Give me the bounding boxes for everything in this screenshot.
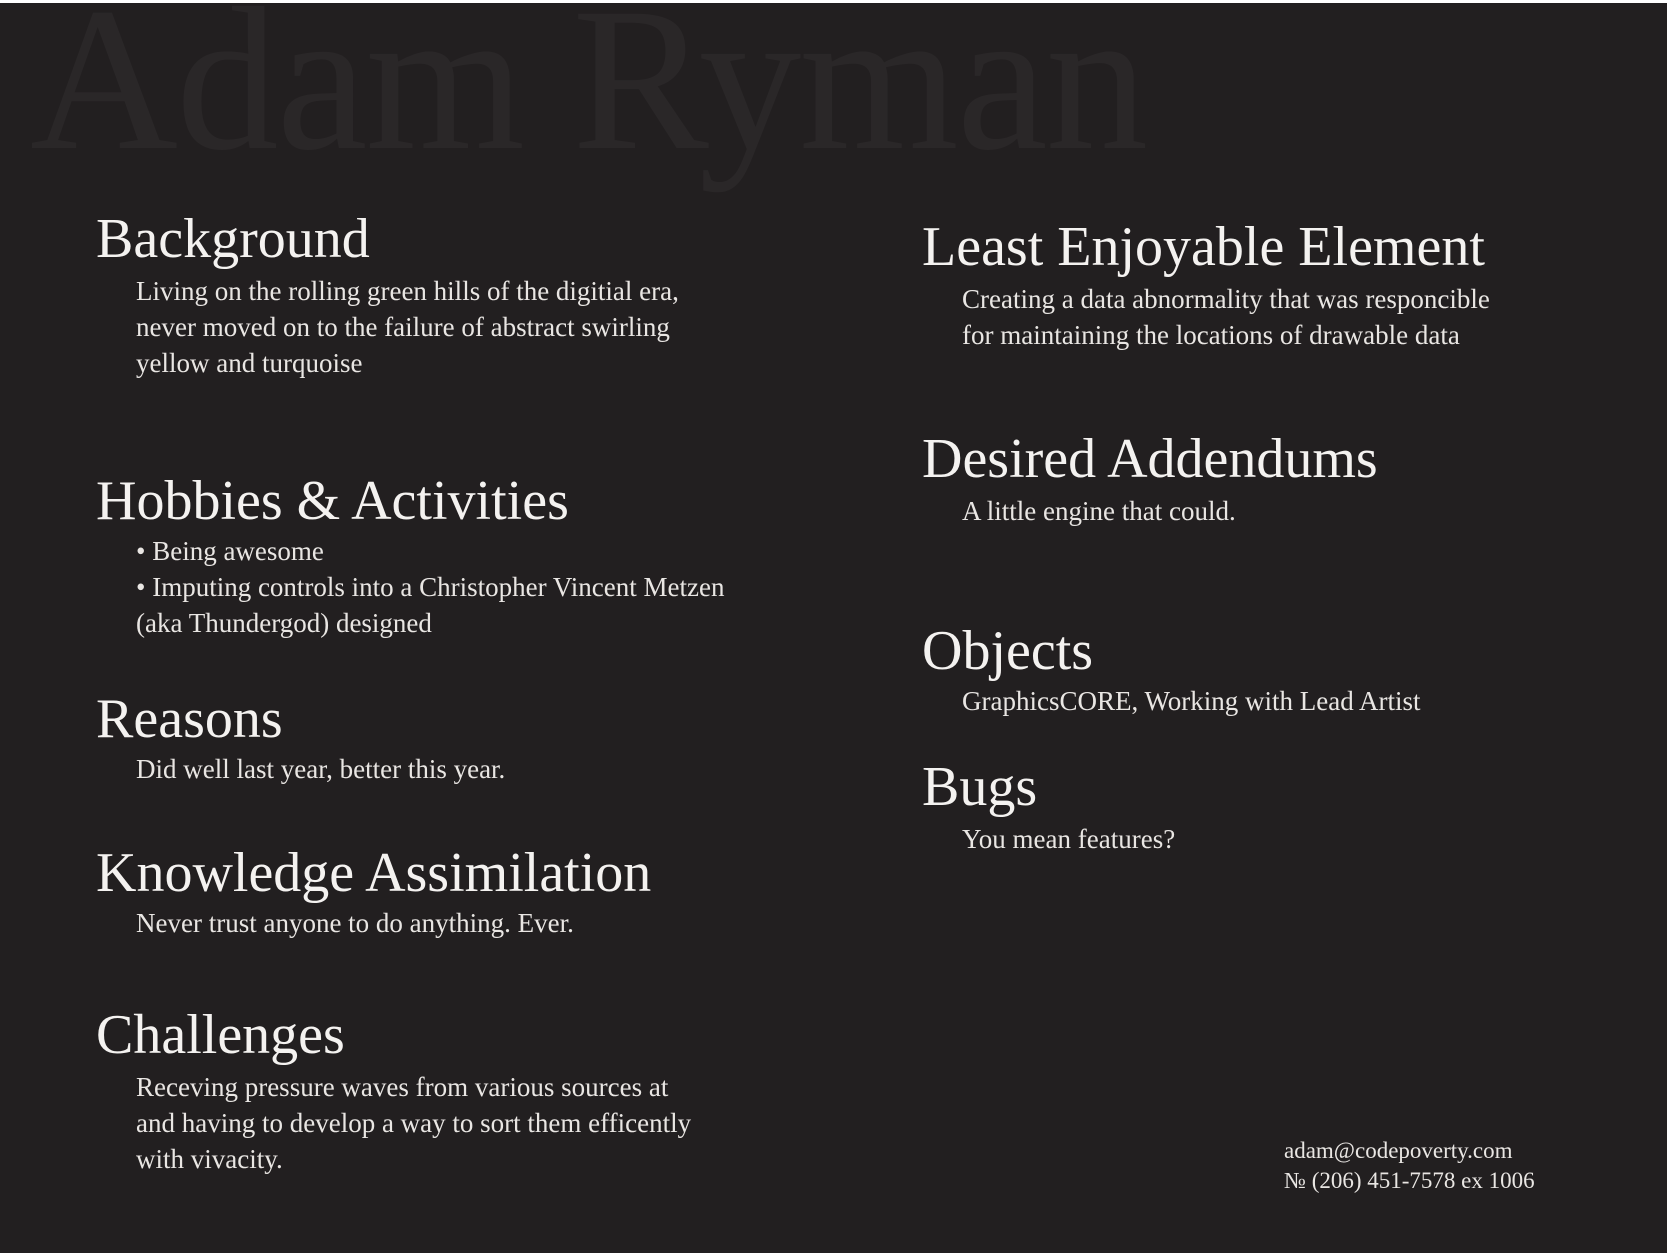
contact-block: adam@codepoverty.com № (206) 451-7578 ex… <box>1284 1136 1535 1196</box>
heading-addendums: Desired Addendums <box>922 428 1378 490</box>
least-enjoyable-line: Creating a data abnormality that was res… <box>962 284 1490 314</box>
challenges-line: Receving pressure waves from various sou… <box>136 1072 669 1102</box>
background-line: never moved on to the failure of abstrac… <box>136 312 670 342</box>
heading-challenges: Challenges <box>96 1004 345 1066</box>
section-bugs: Bugs You mean features? <box>922 759 1175 857</box>
background-line: Living on the rolling green hills of the… <box>136 276 679 306</box>
contact-phone: № (206) 451-7578 ex 1006 <box>1284 1168 1535 1193</box>
section-reasons: Reasons Did well last year, better this … <box>96 691 505 787</box>
resume-slide: Adam Ryman Background Living on the roll… <box>0 3 1667 1253</box>
hobby-item: • Imputing controls into a Christopher V… <box>136 572 725 602</box>
addendums-line: A little engine that could. <box>962 496 1236 526</box>
bugs-line: You mean features? <box>962 824 1176 854</box>
name-watermark: Adam Ryman <box>30 3 1148 193</box>
heading-background: Background <box>96 208 370 270</box>
section-knowledge: Knowledge Assimilation Never trust anyon… <box>96 845 651 941</box>
heading-bugs: Bugs <box>922 756 1038 818</box>
section-objects: Objects GraphicsCORE, Working with Lead … <box>922 623 1421 719</box>
knowledge-line: Never trust anyone to do anything. Ever. <box>136 908 574 938</box>
heading-hobbies: Hobbies & Activities <box>96 470 569 532</box>
least-enjoyable-line: for maintaining the locations of drawabl… <box>962 320 1460 350</box>
section-challenges: Challenges Receving pressure waves from … <box>96 1007 691 1177</box>
heading-least-enjoyable: Least Enjoyable Element <box>922 216 1485 278</box>
heading-objects: Objects <box>922 620 1094 682</box>
background-line: yellow and turquoise <box>136 348 363 378</box>
reasons-line: Did well last year, better this year. <box>136 754 506 784</box>
section-addendums: Desired Addendums A little engine that c… <box>922 431 1378 529</box>
challenges-line: and having to develop a way to sort them… <box>136 1108 692 1138</box>
section-least-enjoyable: Least Enjoyable Element Creating a data … <box>922 219 1490 353</box>
section-background: Background Living on the rolling green h… <box>96 211 679 381</box>
objects-line: GraphicsCORE, Working with Lead Artist <box>962 686 1421 716</box>
heading-knowledge: Knowledge Assimilation <box>96 842 652 904</box>
hobby-item: (aka Thundergod) designed <box>136 608 432 638</box>
section-hobbies: Hobbies & Activities • Being awesome • I… <box>96 473 724 641</box>
heading-reasons: Reasons <box>96 688 283 750</box>
challenges-line: with vivacity. <box>136 1144 283 1174</box>
hobby-item: • Being awesome <box>136 536 324 566</box>
contact-email[interactable]: adam@codepoverty.com <box>1284 1136 1535 1166</box>
